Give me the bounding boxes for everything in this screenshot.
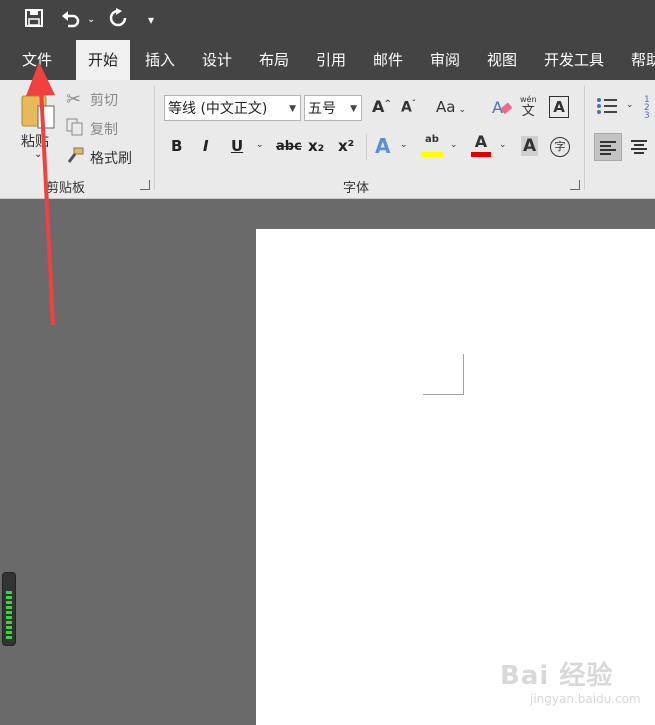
enclose-characters-button[interactable]: 字 bbox=[550, 137, 570, 157]
tab-home[interactable]: 开始 bbox=[76, 40, 130, 80]
group-separator bbox=[154, 86, 155, 190]
format-painter-button[interactable]: 格式刷 bbox=[90, 148, 132, 168]
change-case-button[interactable]: Aa ⌄ bbox=[436, 98, 466, 116]
cut-button[interactable]: 剪切 bbox=[90, 90, 118, 110]
tab-view[interactable]: 视图 bbox=[487, 40, 517, 80]
subscript-button[interactable]: x₂ bbox=[308, 137, 324, 155]
copy-button[interactable]: 复制 bbox=[90, 119, 118, 139]
underline-dropdown-icon[interactable]: ⌄ bbox=[256, 140, 264, 150]
underline-button[interactable]: U bbox=[231, 137, 243, 155]
shrink-font-icon[interactable]: Aˇ bbox=[401, 99, 416, 116]
phonetic-guide-icon[interactable]: wén 文 bbox=[520, 95, 537, 119]
superscript-button[interactable]: x² bbox=[338, 137, 354, 155]
font-color-dropdown-icon[interactable]: ⌄ bbox=[499, 140, 507, 150]
svg-text:A: A bbox=[492, 98, 503, 117]
tab-review[interactable]: 审阅 bbox=[430, 40, 460, 80]
group-separator bbox=[584, 86, 585, 190]
text-effects-dropdown-icon[interactable]: ⌄ bbox=[400, 140, 408, 150]
format-painter-icon bbox=[66, 147, 84, 169]
bullets-icon[interactable] bbox=[596, 96, 618, 120]
italic-button[interactable]: I bbox=[203, 137, 209, 155]
bold-button[interactable]: B bbox=[171, 137, 182, 155]
margin-corner-mark bbox=[423, 394, 464, 395]
tab-design[interactable]: 设计 bbox=[202, 40, 232, 80]
clipboard-dialog-launcher[interactable] bbox=[140, 180, 150, 190]
save-icon[interactable] bbox=[24, 8, 44, 28]
highlight-color-swatch bbox=[421, 152, 443, 157]
tab-mailings[interactable]: 邮件 bbox=[373, 40, 403, 80]
paste-button[interactable] bbox=[20, 90, 55, 130]
font-name-combo[interactable]: 等线 (中文正文) ▼ bbox=[164, 95, 301, 121]
font-name-value: 等线 (中文正文) bbox=[168, 101, 268, 117]
group-separator bbox=[366, 134, 367, 160]
character-border-icon[interactable]: A bbox=[549, 96, 569, 118]
grow-font-icon[interactable]: A^ bbox=[372, 97, 391, 116]
margin-corner-mark bbox=[463, 354, 464, 395]
tab-insert[interactable]: 插入 bbox=[145, 40, 175, 80]
align-center-icon[interactable] bbox=[626, 134, 652, 164]
font-color-letter-icon: A bbox=[474, 132, 488, 151]
watermark-sub: jingyan.baidu.com bbox=[530, 692, 641, 706]
phonetic-guide-char: 文 bbox=[521, 104, 535, 119]
tab-developer[interactable]: 开发工具 bbox=[544, 40, 604, 80]
tab-layout[interactable]: 布局 bbox=[259, 40, 289, 80]
font-size-combo[interactable]: 五号 ▼ bbox=[304, 95, 362, 121]
font-color-swatch bbox=[471, 152, 491, 157]
customize-toolbar-icon[interactable]: ▾ bbox=[148, 8, 154, 32]
tab-file[interactable]: 文件 bbox=[12, 40, 62, 80]
text-effects-icon[interactable]: A bbox=[375, 134, 390, 158]
tab-references[interactable]: 引用 bbox=[316, 40, 346, 80]
highlight-dropdown-icon[interactable]: ⌄ bbox=[450, 140, 458, 150]
font-dialog-launcher[interactable] bbox=[570, 180, 580, 190]
clipboard-group-label: 剪贴板 bbox=[46, 181, 86, 196]
clear-formatting-icon[interactable]: A bbox=[491, 96, 513, 122]
level-meter-widget[interactable] bbox=[2, 572, 16, 646]
tab-help[interactable]: 帮助 bbox=[631, 40, 655, 80]
numbering-icon[interactable]: 123 bbox=[644, 96, 650, 121]
font-color-button[interactable]: A bbox=[471, 134, 491, 157]
title-bar: ⌄ ▾ bbox=[0, 0, 655, 40]
document-page[interactable] bbox=[256, 229, 655, 725]
chevron-down-icon: ▼ bbox=[350, 104, 357, 114]
highlight-color-button[interactable]: ab bbox=[421, 134, 443, 157]
watermark-main: Bai 经验 bbox=[500, 661, 614, 691]
chevron-down-icon: ▼ bbox=[289, 104, 296, 114]
undo-dropdown-icon[interactable]: ⌄ bbox=[87, 8, 95, 32]
watermark: Bai 经验 jingyan.baidu.com bbox=[500, 655, 641, 706]
paste-icon bbox=[21, 95, 55, 129]
strikethrough-button[interactable]: abc bbox=[276, 139, 302, 154]
ribbon-tabs: 文件 开始 插入 设计 布局 引用 邮件 审阅 视图 开发工具 帮助 bbox=[0, 40, 655, 80]
redo-icon[interactable] bbox=[108, 8, 128, 28]
copy-icon bbox=[66, 118, 84, 140]
change-case-label: Aa bbox=[436, 98, 456, 116]
font-size-value: 五号 bbox=[308, 101, 336, 117]
align-left-icon bbox=[600, 141, 616, 155]
font-group-label: 字体 bbox=[343, 181, 370, 196]
cut-icon: ✂ bbox=[66, 89, 82, 110]
bullets-dropdown-icon[interactable]: ⌄ bbox=[626, 100, 634, 110]
align-left-button[interactable] bbox=[594, 133, 622, 161]
char-shading-button[interactable]: A bbox=[521, 136, 539, 156]
paste-label[interactable]: 粘贴 bbox=[21, 131, 49, 151]
highlight-label: ab bbox=[425, 134, 439, 145]
paste-dropdown-icon[interactable]: ⌄ bbox=[34, 149, 42, 160]
undo-icon[interactable] bbox=[60, 8, 82, 28]
